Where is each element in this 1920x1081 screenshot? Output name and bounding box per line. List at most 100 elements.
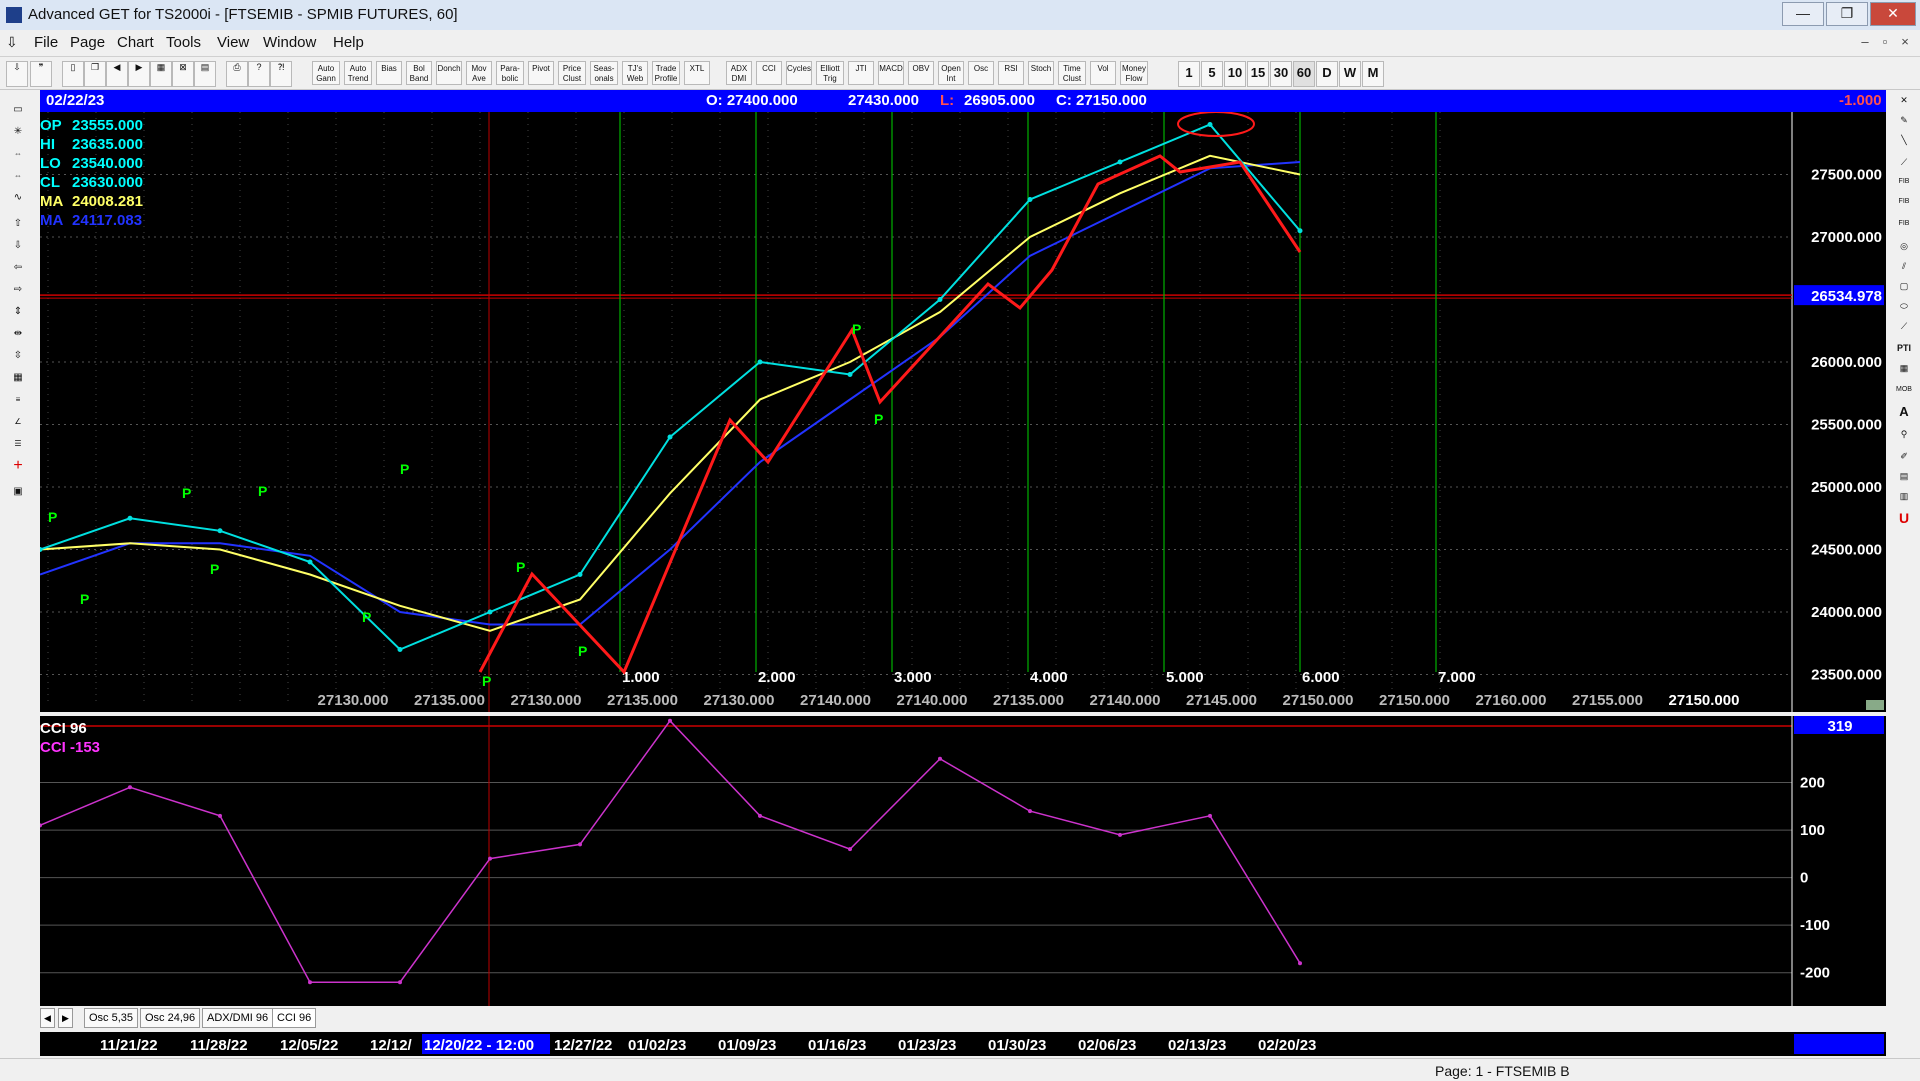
- erase-icon[interactable]: ✐: [1892, 446, 1916, 466]
- study-button[interactable]: Money Flow: [1120, 61, 1148, 85]
- fib-icon[interactable]: ☰: [6, 434, 30, 454]
- grid-icon[interactable]: ▦: [150, 61, 172, 87]
- menu-view[interactable]: View: [217, 34, 249, 51]
- print-icon[interactable]: ⎙: [226, 61, 248, 87]
- study-button[interactable]: Auto Gann: [312, 61, 340, 85]
- study-button[interactable]: Para- bolic: [496, 61, 524, 85]
- interval-button[interactable]: 60: [1293, 61, 1315, 87]
- tab-osc-24-96[interactable]: Osc 24,96: [140, 1008, 201, 1028]
- study-icon[interactable]: ⇔: [6, 166, 30, 186]
- gann-fan-icon[interactable]: ∠: [6, 412, 30, 432]
- cursor-tool-icon[interactable]: ⇩: [6, 61, 28, 87]
- mdi-close-button[interactable]: ×: [1896, 33, 1914, 51]
- arrow-up-icon[interactable]: ⇧: [6, 214, 30, 234]
- study-button[interactable]: Elliott Trig: [816, 61, 844, 85]
- back-icon[interactable]: ◀: [106, 61, 128, 87]
- line-icon[interactable]: ╲: [1892, 130, 1916, 150]
- menu-help[interactable]: Help: [333, 34, 364, 51]
- quote-icon[interactable]: ❞: [30, 61, 52, 87]
- tab-adx-dmi-96[interactable]: ADX/DMI 96: [202, 1008, 274, 1028]
- study-button[interactable]: Seas- onals: [590, 61, 618, 85]
- study-button[interactable]: Cycles: [786, 61, 812, 85]
- ruler-icon[interactable]: ▤: [1892, 466, 1916, 486]
- mdi-restore-button[interactable]: ▫: [1876, 33, 1894, 51]
- maximize-button[interactable]: ❐: [1826, 2, 1868, 26]
- study-button[interactable]: Osc: [968, 61, 994, 85]
- document-icon[interactable]: ⇩: [6, 34, 18, 51]
- price-chart-svg[interactable]: 27500.000 27000.000 26000.000 25500.000 2500…: [37, 111, 1886, 712]
- interval-button[interactable]: 30: [1270, 61, 1292, 87]
- study-button[interactable]: Auto Trend: [344, 61, 372, 85]
- crosshair-icon[interactable]: +: [6, 456, 30, 476]
- study-button[interactable]: Trade Profile: [652, 61, 680, 85]
- text-icon[interactable]: A: [1892, 402, 1916, 422]
- tab-scroll-left-button[interactable]: ◀: [40, 1008, 55, 1028]
- reset-icon[interactable]: ⇔: [6, 144, 30, 164]
- lines-icon[interactable]: ≡: [6, 390, 30, 410]
- table-icon[interactable]: ▦: [6, 368, 30, 388]
- mob-icon[interactable]: MOB: [1892, 380, 1916, 400]
- minimize-button[interactable]: —: [1782, 2, 1824, 26]
- study-button[interactable]: Bol Band: [406, 61, 432, 85]
- pti-icon[interactable]: PTI: [1892, 338, 1916, 358]
- pencil-icon[interactable]: ✎: [1892, 110, 1916, 130]
- forward-icon[interactable]: ▶: [128, 61, 150, 87]
- study-button[interactable]: Mov Ave: [466, 61, 492, 85]
- study-button[interactable]: Bias: [376, 61, 402, 85]
- study-button[interactable]: Open Int: [938, 61, 964, 85]
- fib-extension-icon[interactable]: FIB: [1892, 192, 1916, 212]
- tab-scroll-right-button[interactable]: ▶: [58, 1008, 73, 1028]
- context-help-icon[interactable]: ⁈: [270, 61, 292, 87]
- properties-icon[interactable]: ▣: [6, 482, 30, 502]
- fib-time-icon[interactable]: FIB: [1892, 214, 1916, 234]
- new-page-icon[interactable]: ▯: [62, 61, 84, 87]
- menu-window[interactable]: Window: [263, 34, 316, 51]
- interval-button[interactable]: 15: [1247, 61, 1269, 87]
- help-icon[interactable]: ?: [248, 61, 270, 87]
- tab-osc-5-35[interactable]: Osc 5,35: [84, 1008, 139, 1028]
- study-button[interactable]: OBV: [908, 61, 934, 85]
- study-button[interactable]: MACD: [878, 61, 904, 85]
- channel-icon[interactable]: ⫽: [1892, 256, 1916, 276]
- menu-tools[interactable]: Tools: [166, 34, 201, 51]
- gann-icon[interactable]: ✳: [6, 122, 30, 142]
- list-icon[interactable]: ▥: [1892, 486, 1916, 506]
- study-button[interactable]: Price Clust: [558, 61, 586, 85]
- close-button[interactable]: ✕: [1870, 2, 1916, 26]
- arrow-left-icon[interactable]: ⇦: [6, 258, 30, 278]
- tab-cci-96[interactable]: CCI 96: [272, 1008, 317, 1028]
- circle-icon[interactable]: ◎: [1892, 236, 1916, 256]
- trendline-icon[interactable]: ⟋: [1892, 152, 1916, 172]
- interval-button[interactable]: 1: [1178, 61, 1200, 87]
- elliott-icon[interactable]: ∿: [6, 188, 30, 208]
- menu-page[interactable]: Page: [70, 34, 105, 51]
- cci-chart-svg[interactable]: 200 100 0 -100 -200 319 CCI 96 CCI -153: [38, 715, 1886, 1006]
- study-button[interactable]: JTI: [848, 61, 874, 85]
- expand-vertical-icon[interactable]: ⇕: [6, 302, 30, 322]
- arrow-down-icon[interactable]: ⇩: [6, 236, 30, 256]
- cci-chart-panel[interactable]: 200 100 0 -100 -200 319 CCI 96 CCI -153: [38, 715, 1886, 1006]
- study-button[interactable]: Time Clust: [1058, 61, 1086, 85]
- study-button[interactable]: Stoch: [1028, 61, 1054, 85]
- cross-icon[interactable]: ⊠: [172, 61, 194, 87]
- study-button[interactable]: Vol: [1090, 61, 1116, 85]
- arrow-right-icon[interactable]: ⇨: [6, 280, 30, 300]
- table-icon[interactable]: ▦: [1892, 358, 1916, 378]
- box-icon[interactable]: ▢: [1892, 276, 1916, 296]
- interval-button[interactable]: 5: [1201, 61, 1223, 87]
- study-button[interactable]: RSI: [998, 61, 1024, 85]
- interval-button[interactable]: 10: [1224, 61, 1246, 87]
- fib-retracement-icon[interactable]: FIB: [1892, 172, 1916, 192]
- menu-chart[interactable]: Chart: [117, 34, 154, 51]
- interval-button[interactable]: W: [1339, 61, 1361, 87]
- interval-button[interactable]: M: [1362, 61, 1384, 87]
- interval-button[interactable]: D: [1316, 61, 1338, 87]
- menu-file[interactable]: File: [34, 34, 58, 51]
- expand-horizontal-icon[interactable]: ⇹: [6, 324, 30, 344]
- compress-icon[interactable]: ⇳: [6, 346, 30, 366]
- copy-icon[interactable]: ❐: [84, 61, 106, 87]
- panel-resize-icon[interactable]: [1866, 700, 1884, 710]
- study-button[interactable]: XTL: [684, 61, 710, 85]
- price-chart-panel[interactable]: 27500.000 27000.000 26000.000 25500.000 2500…: [37, 111, 1886, 712]
- study-button[interactable]: TJ's Web: [622, 61, 648, 85]
